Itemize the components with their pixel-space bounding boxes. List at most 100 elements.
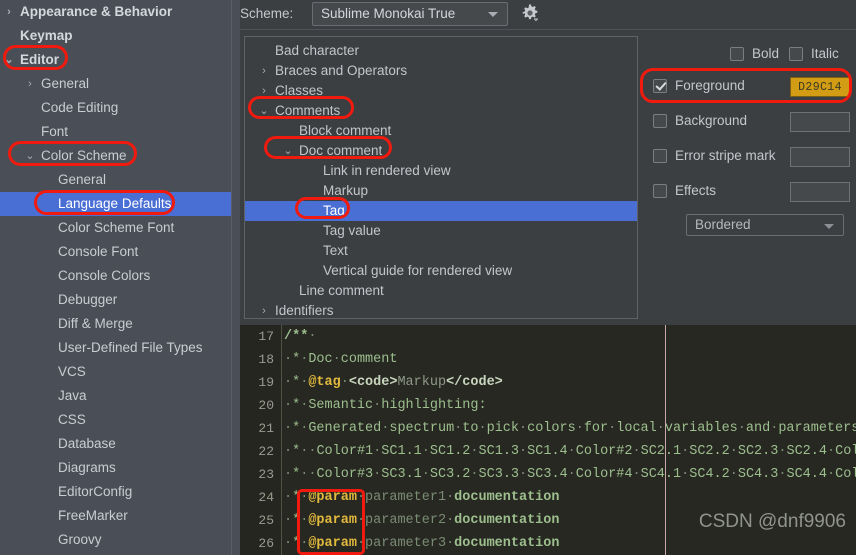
- sidebar-item-editorconfig[interactable]: EditorConfig: [0, 480, 231, 504]
- error-stripe-checkbox[interactable]: [653, 149, 667, 163]
- sidebar-item-language-defaults[interactable]: Language Defaults: [0, 192, 231, 216]
- effects-row[interactable]: Effects: [653, 181, 853, 203]
- attribute-item-text[interactable]: Text: [245, 241, 637, 261]
- sidebar-item-console-colors[interactable]: Console Colors: [0, 264, 231, 288]
- background-checkbox[interactable]: [653, 114, 667, 128]
- attribute-item-identifiers[interactable]: › Identifiers: [245, 301, 637, 318]
- sidebar-item-database[interactable]: Database: [0, 432, 231, 456]
- effects-checkbox[interactable]: [653, 184, 667, 198]
- effects-label: Effects: [675, 183, 717, 198]
- chevron-right-icon[interactable]: ›: [257, 81, 271, 101]
- error-stripe-row[interactable]: Error stripe mark: [653, 146, 853, 168]
- sidebar-item-label: General: [58, 172, 107, 187]
- scheme-label: Scheme:: [240, 6, 294, 21]
- chevron-right-icon[interactable]: ›: [2, 0, 16, 24]
- chevron-right-icon[interactable]: ›: [257, 301, 271, 318]
- sidebar-item-keymap[interactable]: Keymap: [0, 24, 231, 48]
- effect-type-dropdown[interactable]: Bordered: [686, 214, 844, 236]
- attribute-item-block-comment[interactable]: Block comment: [245, 121, 637, 141]
- attribute-item-vertical-guide-for-rendered-view[interactable]: Vertical guide for rendered view: [245, 261, 637, 281]
- code-line[interactable]: ·*·Generated·spectrum·to·pick·colors·for…: [284, 417, 856, 440]
- effect-type-value: Bordered: [695, 217, 751, 232]
- foreground-checkbox[interactable]: [653, 79, 667, 93]
- code-line[interactable]: ·*·Doc·comment: [284, 348, 856, 371]
- background-label: Background: [675, 113, 748, 128]
- attribute-item-label: Line comment: [299, 283, 384, 298]
- sidebar-item-diff-merge[interactable]: Diff & Merge: [0, 312, 231, 336]
- scheme-dropdown-value: Sublime Monokai True: [321, 6, 456, 21]
- chevron-down-icon[interactable]: ⌄: [23, 144, 37, 168]
- sidebar-item-label: General: [41, 76, 90, 91]
- chevron-down-icon[interactable]: ⌄: [257, 101, 271, 121]
- attribute-item-markup[interactable]: Markup: [245, 181, 637, 201]
- sidebar-item-color-scheme[interactable]: ⌄ Color Scheme: [0, 144, 231, 168]
- code-line[interactable]: ·*·@tag·<code>Markup</code>: [284, 371, 856, 394]
- attribute-item-classes[interactable]: › Classes: [245, 81, 637, 101]
- sidebar-item-vcs[interactable]: VCS: [0, 360, 231, 384]
- sidebar-item-user-defined-file-types[interactable]: User-Defined File Types: [0, 336, 231, 360]
- foreground-row[interactable]: Foreground D29C14: [653, 76, 853, 98]
- settings-dialog: › Appearance & Behavior Keymap ⌄ Editor › Gene…: [0, 0, 856, 555]
- code-line[interactable]: ·*·@param·parameter1·documentation: [284, 486, 856, 509]
- code-line[interactable]: /**·: [284, 325, 856, 348]
- error-stripe-label: Error stripe mark: [675, 148, 776, 163]
- attribute-item-line-comment[interactable]: Line comment: [245, 281, 637, 301]
- attribute-item-label: Tag value: [323, 223, 381, 238]
- foreground-label: Foreground: [675, 78, 745, 93]
- chevron-down-icon: [824, 224, 834, 229]
- attribute-item-bad-character[interactable]: Bad character: [245, 41, 637, 61]
- attribute-item-tag[interactable]: Tag: [245, 201, 637, 221]
- sidebar-scrollbar-track[interactable]: [231, 0, 240, 555]
- bold-checkbox[interactable]: [730, 47, 744, 61]
- scheme-dropdown[interactable]: Sublime Monokai True: [312, 2, 508, 26]
- sidebar-item-label: Language Defaults: [58, 196, 172, 211]
- code-line[interactable]: ·*··Color#1·SC1.1·SC1.2·SC1.3·SC1.4·Colo…: [284, 440, 856, 463]
- effects-color-swatch[interactable]: [790, 182, 850, 202]
- line-number: 21: [258, 421, 274, 436]
- code-line[interactable]: ·*·Semantic·highlighting:: [284, 394, 856, 417]
- sidebar-item-console-font[interactable]: Console Font: [0, 240, 231, 264]
- sidebar-item-groovy[interactable]: Groovy: [0, 528, 231, 552]
- chevron-down-icon: [488, 12, 498, 17]
- code-preview[interactable]: 17 18 19 20 21 22 23 24 25 26 /**· ·*·Doc·comment ·…: [240, 325, 856, 555]
- sidebar-item-css[interactable]: CSS: [0, 408, 231, 432]
- sidebar-item-general[interactable]: General: [0, 168, 231, 192]
- sidebar-item-color-scheme-font[interactable]: Color Scheme Font: [0, 216, 231, 240]
- line-number: 20: [258, 398, 274, 413]
- sidebar-item-label: Font: [41, 124, 69, 139]
- error-stripe-color-swatch[interactable]: [790, 147, 850, 167]
- chevron-right-icon[interactable]: ›: [257, 61, 271, 81]
- sidebar-item-label: Diff & Merge: [58, 316, 133, 331]
- sidebar-item-freemarker[interactable]: FreeMarker: [0, 504, 231, 528]
- attribute-item-braces-and-operators[interactable]: › Braces and Operators: [245, 61, 637, 81]
- settings-sidebar[interactable]: › Appearance & Behavior Keymap ⌄ Editor › Gene…: [0, 0, 231, 555]
- background-row[interactable]: Background: [653, 111, 853, 133]
- attribute-item-label: Classes: [275, 83, 324, 98]
- sidebar-item-editor[interactable]: ⌄ Editor: [0, 48, 231, 72]
- gear-icon[interactable]: [520, 3, 540, 23]
- sidebar-item-java[interactable]: Java: [0, 384, 231, 408]
- attribute-item-label: Markup: [323, 183, 369, 198]
- sidebar-item-label: Color Scheme: [41, 148, 127, 163]
- color-attributes-tree[interactable]: Bad character › Braces and Operators › Class…: [244, 36, 638, 319]
- sidebar-item-debugger[interactable]: Debugger: [0, 288, 231, 312]
- sidebar-item-appearance-behavior[interactable]: › Appearance & Behavior: [0, 0, 231, 24]
- sidebar-item-diagrams[interactable]: Diagrams: [0, 456, 231, 480]
- chevron-down-icon[interactable]: ⌄: [281, 141, 295, 161]
- attribute-item-tag-value[interactable]: Tag value: [245, 221, 637, 241]
- chevron-down-icon[interactable]: ⌄: [2, 48, 16, 72]
- attribute-item-link-in-rendered-view[interactable]: Link in rendered view: [245, 161, 637, 181]
- foreground-color-swatch[interactable]: D29C14: [790, 77, 850, 97]
- italic-checkbox[interactable]: [789, 47, 803, 61]
- attribute-item-comments[interactable]: ⌄ Comments: [245, 101, 637, 121]
- sidebar-item-code-editing[interactable]: Code Editing: [0, 96, 231, 120]
- sidebar-item-font[interactable]: Font: [0, 120, 231, 144]
- attribute-item-label: Comments: [275, 103, 341, 118]
- code-line[interactable]: ·*··Color#3·SC3.1·SC3.2·SC3.3·SC3.4·Colo…: [284, 463, 856, 486]
- attribute-item-doc-comment[interactable]: ⌄ Doc comment: [245, 141, 637, 161]
- code-line[interactable]: ·*·@param·parameter3·documentation: [284, 532, 856, 555]
- background-color-swatch[interactable]: [790, 112, 850, 132]
- chevron-right-icon[interactable]: ›: [23, 72, 37, 96]
- attribute-item-label: Tag: [323, 203, 345, 218]
- sidebar-item-general[interactable]: › General: [0, 72, 231, 96]
